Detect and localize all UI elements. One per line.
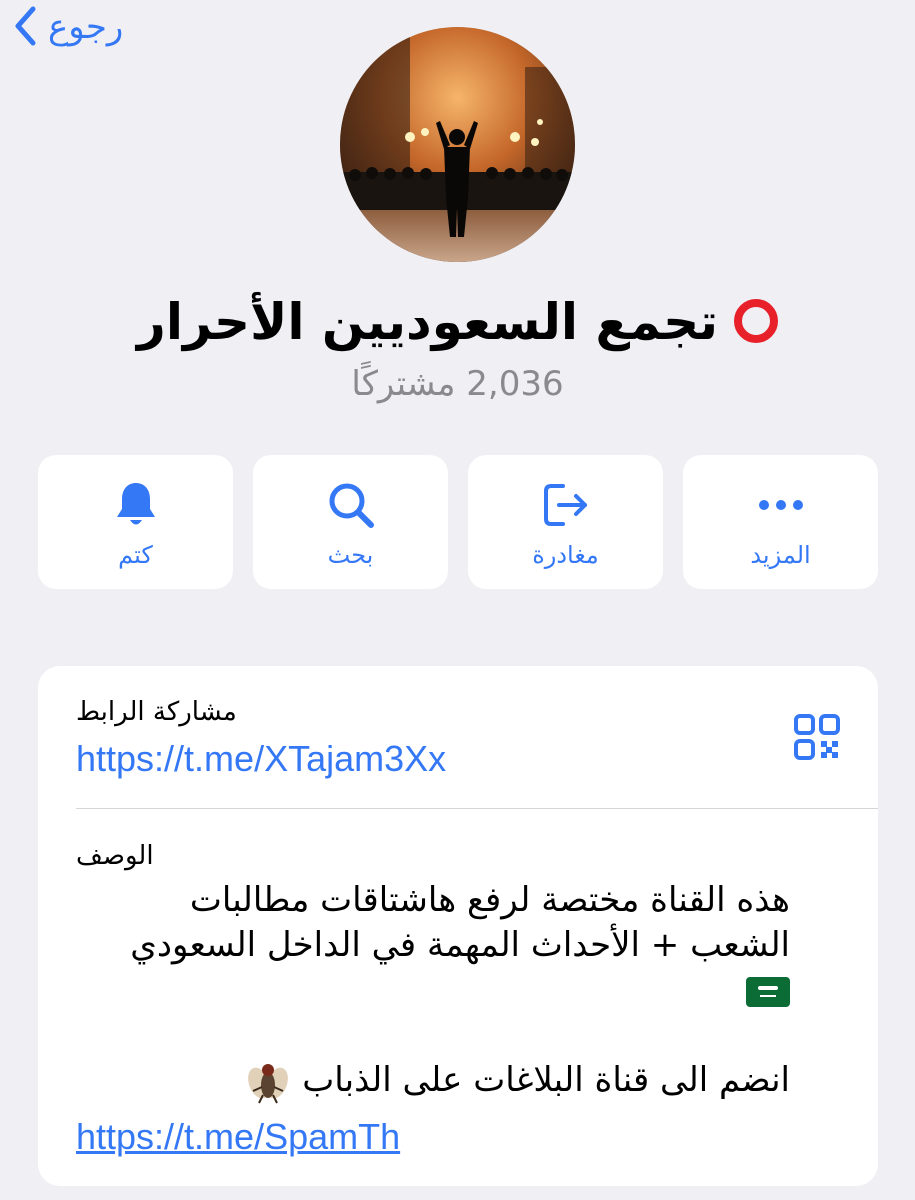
leave-label: مغادرة xyxy=(532,541,599,569)
qr-code-icon[interactable] xyxy=(794,714,840,764)
channel-title-text: تجمع السعوديين الأحرار xyxy=(137,293,718,351)
back-button[interactable]: رجوع xyxy=(14,6,123,46)
flag-line xyxy=(68,968,790,1013)
channel-avatar[interactable] xyxy=(340,27,575,262)
mute-label: كتم xyxy=(118,541,153,569)
red-circle-icon xyxy=(733,299,778,343)
description-line: الشعب + الأحداث المهمة في الداخل السعودي xyxy=(130,925,790,965)
leave-icon xyxy=(541,479,591,531)
share-link-label: مشاركة الرابط xyxy=(76,697,237,727)
mute-button[interactable]: كتم xyxy=(38,455,233,589)
saudi-flag-icon xyxy=(746,976,790,1007)
more-button[interactable]: المزيد xyxy=(683,455,878,589)
search-button[interactable]: بحث xyxy=(253,455,448,589)
fly-icon xyxy=(245,1059,291,1105)
description-label: الوصف xyxy=(76,841,154,871)
more-label: المزيد xyxy=(750,541,811,569)
action-bar: المزيد مغادرة بحث كتم xyxy=(38,455,878,589)
info-card: مشاركة الرابط https://t.me/XTajam3Xx الو… xyxy=(38,666,878,1186)
divider xyxy=(76,808,878,809)
description-join-line: انضم الى قناة البلاغات على الذباب xyxy=(68,1058,790,1105)
share-link-url[interactable]: https://t.me/XTajam3Xx xyxy=(76,738,446,780)
search-icon xyxy=(326,479,376,531)
description-link[interactable]: https://t.me/SpamTh xyxy=(76,1116,400,1158)
subscriber-count: 2,036 مشتركًا xyxy=(351,364,564,404)
back-label: رجوع xyxy=(48,7,124,47)
bell-icon xyxy=(113,479,159,531)
leave-button[interactable]: مغادرة xyxy=(468,455,663,589)
description-line: هذه القناة مختصة لرفع هاشتاقات مطالبات xyxy=(189,880,790,920)
description-line: انضم الى قناة البلاغات على الذباب xyxy=(302,1060,790,1100)
channel-title: تجمع السعوديين الأحرار xyxy=(0,292,915,352)
more-icon xyxy=(758,479,804,531)
chevron-left-icon xyxy=(14,6,36,46)
description-text: هذه القناة مختصة لرفع هاشتاقات مطالبات ا… xyxy=(68,878,790,1105)
search-label: بحث xyxy=(327,541,374,569)
